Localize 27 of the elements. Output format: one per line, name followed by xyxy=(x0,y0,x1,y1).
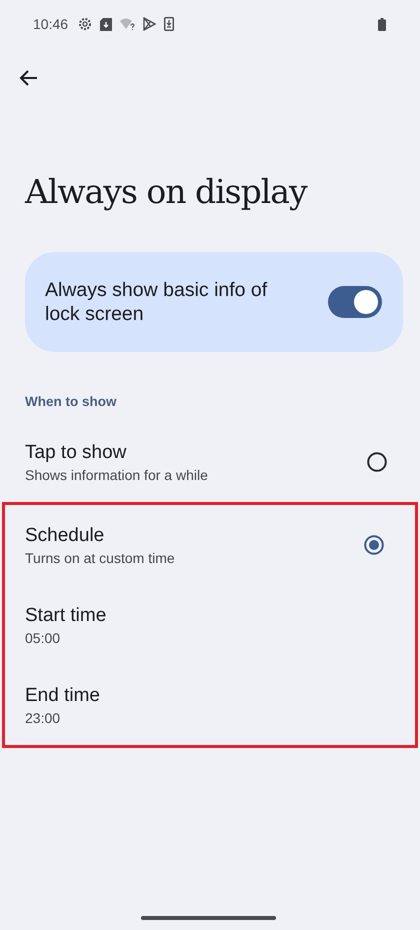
clock: 10:46 xyxy=(33,16,68,32)
time-setting[interactable]: End time 23:00 xyxy=(0,665,417,745)
option-description: Turns on at custom time xyxy=(25,550,176,566)
toggle-card[interactable]: Always show basic info of lock screen xyxy=(25,252,403,352)
radio-button[interactable] xyxy=(364,535,384,555)
time-value: 23:00 xyxy=(25,710,62,726)
time-setting[interactable]: Start time 05:00 xyxy=(0,585,417,665)
time-value: 05:00 xyxy=(25,630,62,646)
option-title: Start time xyxy=(25,604,108,626)
radio-option[interactable]: Tap to show Shows information for a while xyxy=(0,422,420,502)
option-title: Schedule xyxy=(25,524,106,546)
settings-icon xyxy=(78,17,92,31)
toggle-label: Always show basic info of lock screen xyxy=(45,278,268,326)
option-title: End time xyxy=(25,684,101,706)
download-icon xyxy=(164,17,174,31)
play-icon xyxy=(143,17,156,31)
radio-button[interactable] xyxy=(367,452,387,472)
battery-icon xyxy=(378,18,386,30)
radio-option[interactable]: Schedule Turns on at custom time xyxy=(0,505,417,585)
section-header: When to show xyxy=(25,394,118,411)
wifi-icon xyxy=(120,18,136,30)
toggle-switch[interactable] xyxy=(328,286,382,318)
page-title: Always on display xyxy=(25,171,308,213)
option-title: Tap to show xyxy=(25,442,128,464)
navigation-handle[interactable] xyxy=(141,916,276,920)
sd-card-icon xyxy=(100,18,112,30)
option-description: Shows information for a while xyxy=(25,466,209,482)
